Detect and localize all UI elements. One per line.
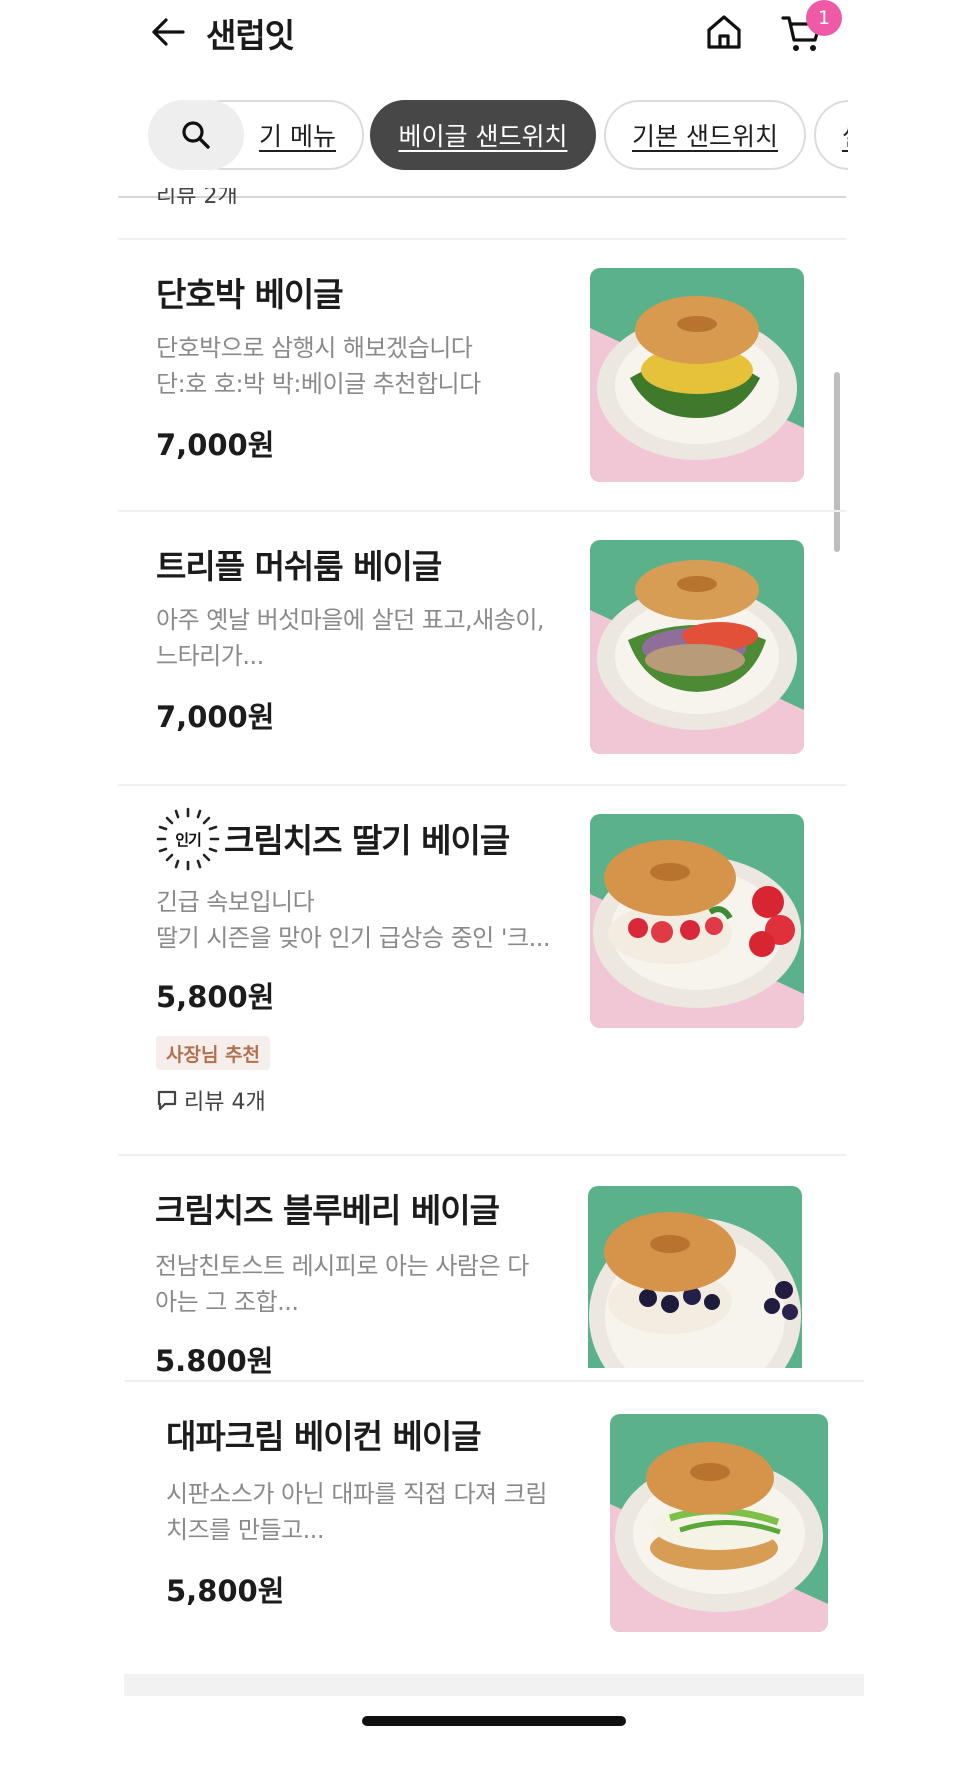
back-button[interactable]: [148, 12, 188, 52]
item-description: 단호박으로 삼행시 해보겠습니다 단:호 호:박 박:베이글 추천합니다: [156, 334, 481, 398]
item-description: 전남친토스트 레시피로 아는 사람은 다 아는 그 조합...: [155, 1252, 529, 1316]
category-tabs: 기 메뉴 베이글 샌드위치 기본 샌드위치 샐: [148, 98, 848, 172]
item-name: 인기 크림치즈 딸기 베이글: [156, 807, 510, 871]
page-title: 샌럽잇: [206, 16, 295, 55]
item-name: 트리플 머쉬룸 베이글: [156, 547, 442, 586]
menu-item-blueberry-cream-cheese-bagel[interactable]: 크림치즈 블루베리 베이글 전남친토스트 레시피로 아는 사람은 다 아는 그 …: [118, 1154, 846, 1378]
item-photo: [590, 268, 804, 482]
item-photo: [590, 814, 804, 1028]
item-description: 시판소스가 아닌 대파를 직접 다져 크림 치즈를 만들고...: [166, 1480, 547, 1544]
item-price: 7,000원: [156, 700, 275, 734]
popular-badge-icon: 인기: [156, 807, 220, 871]
tab-basic-sandwich[interactable]: 기본 샌드위치: [604, 100, 806, 170]
item-name: 단호박 베이글: [156, 275, 344, 314]
item-description: 아주 옛날 버섯마을에 살던 표고,새송이, 느타리가...: [156, 606, 545, 670]
menu-item-triple-mushroom-bagel[interactable]: 트리플 머쉬룸 베이글 아주 옛날 버섯마을에 살던 표고,새송이, 느타리가.…: [118, 510, 846, 780]
item-price: 7,000원: [156, 428, 275, 462]
item-description: 긴급 속보입니다 딸기 시즌을 맞아 인기 급상승 중인 '크...: [156, 888, 550, 952]
home-button[interactable]: [702, 10, 746, 54]
header: 샌럽잇 1: [0, 0, 966, 70]
cart-count-badge: 1: [806, 0, 842, 36]
partial-review-link[interactable]: 리뷰 2개: [156, 188, 316, 204]
menu-item-strawberry-cream-cheese-bagel[interactable]: 인기 크림치즈 딸기 베이글 긴급 속보입니다 딸기 시즌을 맞아 인기 급상승…: [118, 784, 846, 1152]
home-icon: [707, 15, 741, 49]
item-photo: [610, 1414, 828, 1632]
item-price: 5.800원: [155, 1344, 274, 1378]
menu-item-green-onion-bacon-bagel[interactable]: 대파크림 베이컨 베이글 시판소스가 아닌 대파를 직접 다져 크림 치즈를 만…: [124, 1380, 864, 1670]
menu-search-button[interactable]: [148, 100, 244, 170]
search-icon: [182, 121, 210, 149]
item-price: 5,800원: [166, 1574, 285, 1608]
arrow-left-icon: [152, 18, 185, 46]
item-photo: [588, 1186, 802, 1368]
svg-text:인기: 인기: [175, 831, 201, 849]
item-name: 대파크림 베이컨 베이글: [166, 1417, 482, 1456]
list-end-divider: [124, 1674, 864, 1696]
item-photo: [590, 540, 804, 754]
menu-item-pumpkin-bagel[interactable]: 단호박 베이글 단호박으로 삼행시 해보겠습니다 단:호 호:박 박:베이글 추…: [118, 238, 846, 508]
home-indicator[interactable]: [362, 1716, 626, 1726]
review-icon: [157, 1090, 177, 1111]
item-name: 크림치즈 블루베리 베이글: [155, 1191, 500, 1230]
review-link[interactable]: 리뷰 4개: [156, 1084, 266, 1116]
owner-recommend-badge: 사장님 추천: [156, 1036, 271, 1070]
tab-next-menu[interactable]: 샐: [814, 100, 848, 170]
item-price: 5,800원: [156, 980, 275, 1014]
tab-bagel-sandwich[interactable]: 베이글 샌드위치: [370, 100, 596, 170]
